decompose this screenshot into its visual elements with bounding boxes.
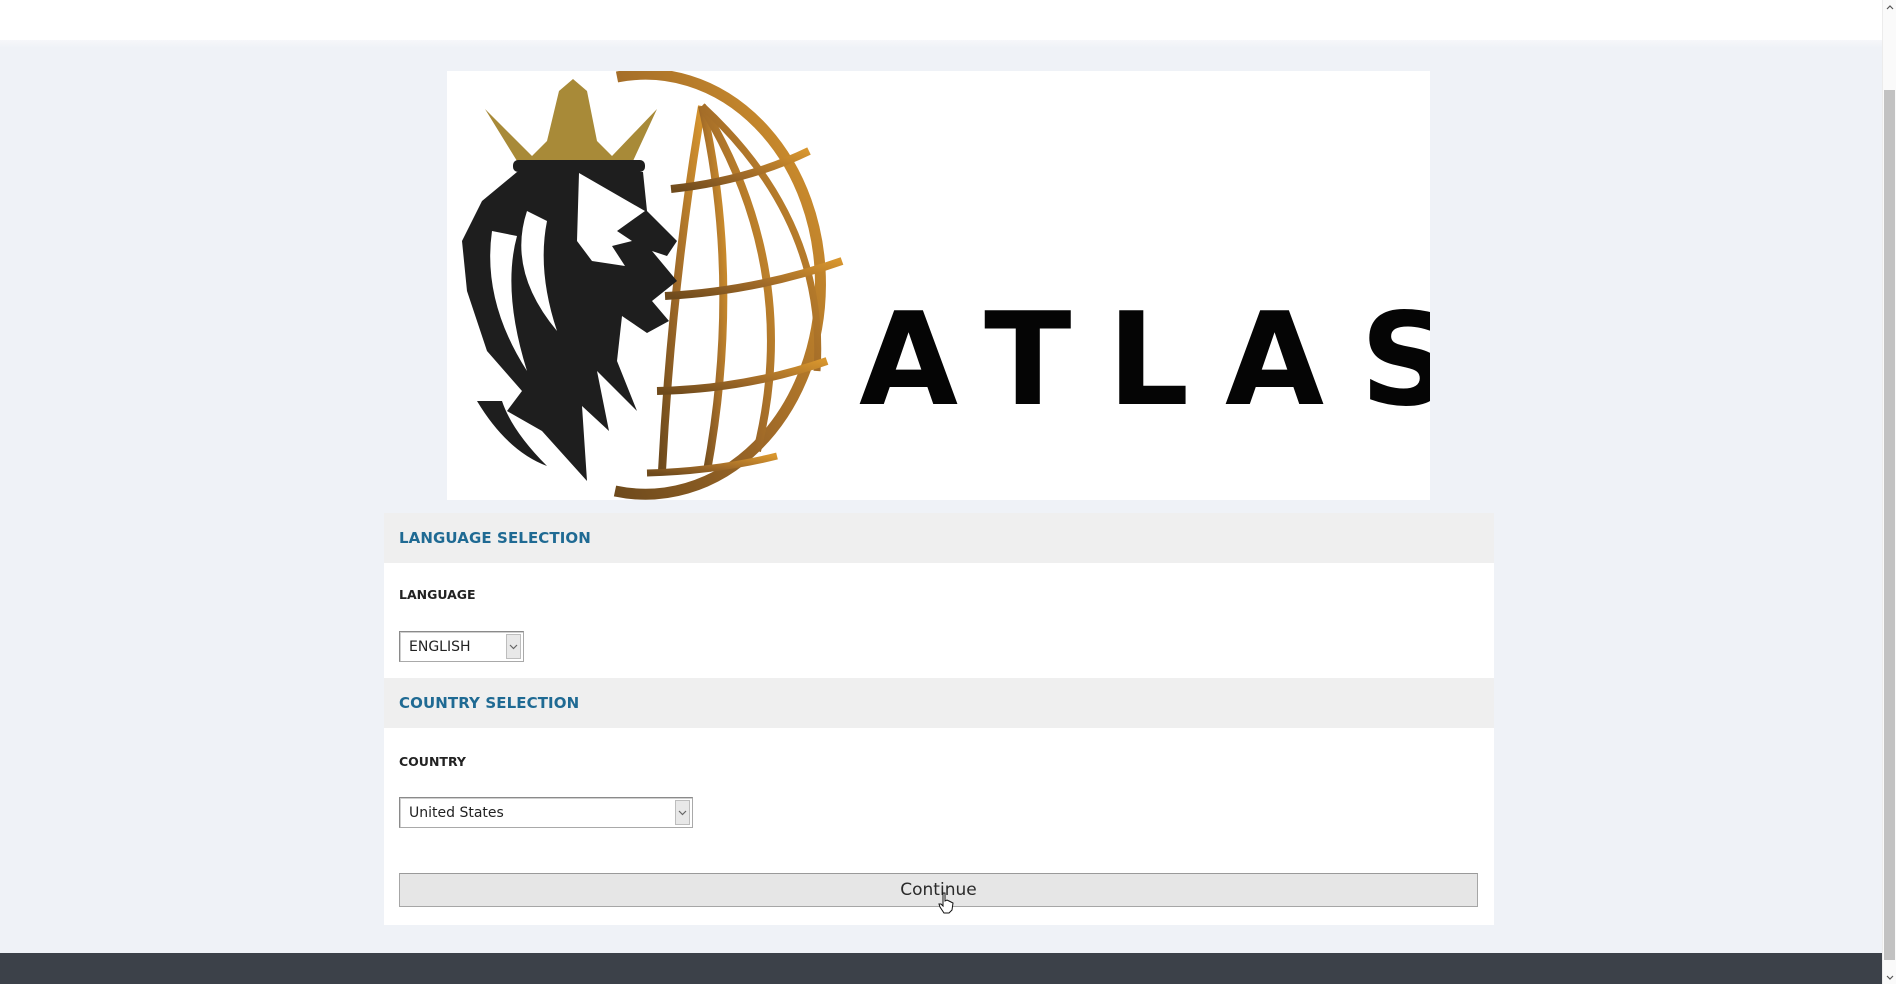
chevron-down-icon[interactable]: [506, 634, 521, 659]
scrollbar-thumb[interactable]: [1884, 90, 1895, 960]
country-section-header: COUNTRY SELECTION: [384, 678, 1494, 728]
scroll-up-arrow-icon[interactable]: [1883, 0, 1896, 14]
language-section-body: LANGUAGE ENGLISH: [384, 563, 1494, 678]
country-select[interactable]: United States: [399, 797, 693, 828]
language-label: LANGUAGE: [399, 587, 476, 602]
hand-pointer-cursor-icon: [938, 892, 954, 914]
language-section-title: LANGUAGE SELECTION: [399, 529, 591, 547]
country-label: COUNTRY: [399, 754, 466, 769]
language-section-header: LANGUAGE SELECTION: [384, 513, 1494, 563]
language-selection-panel: LANGUAGE SELECTION LANGUAGE ENGLISH: [384, 513, 1494, 678]
country-selection-panel: COUNTRY SELECTION COUNTRY United States …: [384, 678, 1494, 925]
language-select-value: ENGLISH: [409, 639, 471, 655]
scroll-down-arrow-icon[interactable]: [1883, 970, 1896, 984]
vertical-scrollbar[interactable]: [1882, 0, 1896, 984]
header-shadow: [0, 40, 1882, 48]
page-footer: [0, 953, 1882, 984]
atlas-logo: ATLAS: [447, 71, 1430, 500]
country-section-title: COUNTRY SELECTION: [399, 694, 580, 712]
language-select[interactable]: ENGLISH: [399, 631, 524, 662]
atlas-wordmark: ATLAS: [859, 286, 1430, 435]
country-select-value: United States: [409, 805, 504, 821]
chevron-down-icon[interactable]: [675, 800, 690, 825]
top-header-bar: [0, 0, 1882, 40]
